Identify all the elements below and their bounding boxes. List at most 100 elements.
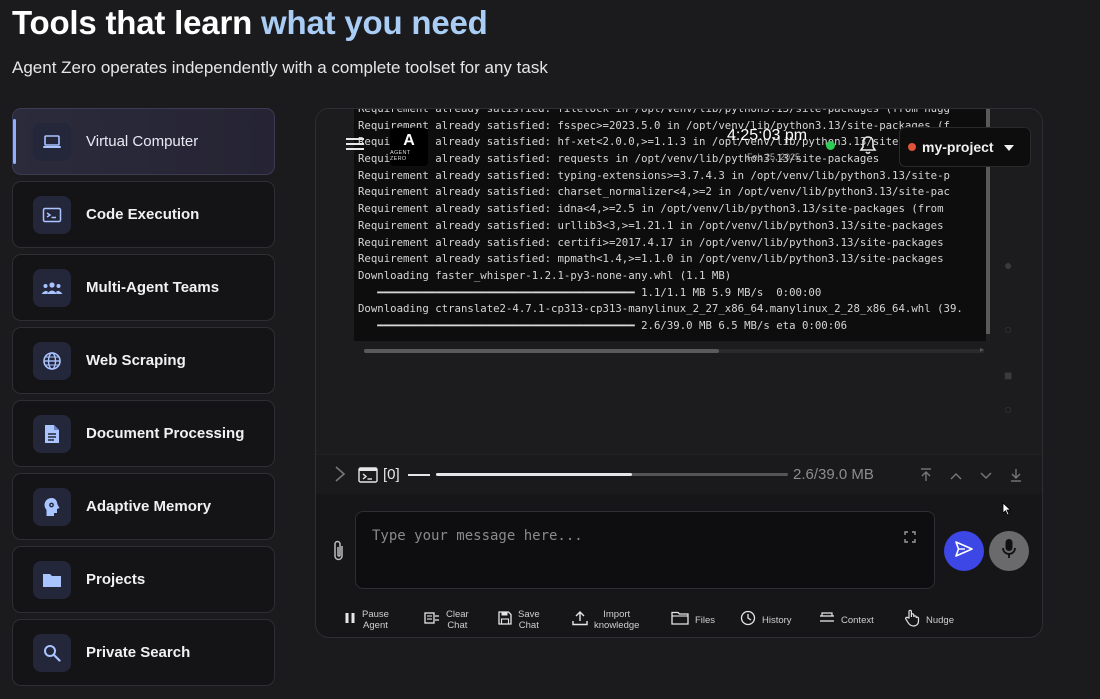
feature-code-execution[interactable]: Code Execution	[12, 181, 275, 248]
scroll-right-icon[interactable]: ▸	[980, 345, 984, 354]
terminal-line: Requirement already satisfied: charset_n…	[358, 185, 950, 199]
action-label: Pause Agent	[362, 609, 389, 631]
mouse-cursor-icon	[1002, 502, 1012, 521]
faded-icon: ●	[1004, 257, 1013, 273]
terminal-line: Downloading faster_whisper-1.2.1-py3-non…	[358, 268, 732, 282]
save-icon	[498, 610, 512, 630]
terminal-output[interactable]: Requirement already satisfied: filelock …	[354, 109, 990, 341]
page-subtitle: Agent Zero operates independently with a…	[12, 58, 548, 77]
terminal-line: Requirement already satisfied: hf-xet<2.…	[358, 135, 950, 149]
page-title: Tools that learn what you need	[12, 4, 488, 42]
feature-web-scraping[interactable]: Web Scraping	[12, 327, 275, 394]
app-preview: Requirement already satisfied: filelock …	[315, 108, 1043, 638]
faded-icon: ○	[1004, 401, 1013, 417]
logo-mark: A	[403, 131, 415, 149]
terminal-line: ━━━━━━━━━━━━━━━━━━━━━━━━━━━━━━━━━━━━━━━━…	[358, 318, 848, 332]
brain-icon	[33, 487, 71, 526]
pause-agent-button[interactable]: Pause Agent	[344, 605, 389, 635]
menu-icon[interactable]	[346, 137, 364, 156]
files-button[interactable]: Files	[671, 605, 715, 635]
history-button[interactable]: History	[740, 605, 792, 635]
progress-fill	[436, 473, 632, 476]
chevron-down-icon[interactable]	[980, 471, 992, 483]
feature-document-processing[interactable]: Document Processing	[12, 400, 275, 467]
action-label: Save Chat	[518, 609, 540, 631]
title-accent: what you need	[261, 4, 488, 41]
progress-bar	[436, 473, 788, 476]
logo-text: AGENT ZERO	[390, 149, 411, 162]
document-icon	[33, 414, 71, 453]
expand-icon[interactable]	[904, 530, 916, 548]
feature-projects[interactable]: Projects	[12, 546, 275, 613]
terminal-line: Requirement already satisfied: idna<4,>=…	[358, 202, 944, 216]
title-main: Tools that learn	[12, 4, 262, 41]
chevron-up-icon[interactable]	[950, 471, 962, 483]
project-name: my-project	[922, 139, 994, 155]
chat-composer	[355, 511, 935, 589]
feature-label: Virtual Computer	[86, 133, 199, 150]
agent-zero-logo[interactable]: A AGENT ZERO	[390, 128, 428, 166]
group-icon	[33, 268, 71, 307]
import-knowledge-button[interactable]: Import knowledge	[572, 605, 639, 635]
terminal-line: Downloading ctranslate2-4.7.1-cp313-cp31…	[358, 302, 963, 316]
feature-multi-agent-teams[interactable]: Multi-Agent Teams	[12, 254, 275, 321]
microphone-icon	[1001, 538, 1017, 565]
terminal-line: Requirement already satisfied: typing-ex…	[358, 168, 950, 182]
project-selector[interactable]: my-project	[899, 127, 1031, 167]
feature-label: Multi-Agent Teams	[86, 279, 220, 296]
action-label: History	[762, 614, 792, 626]
play-icon[interactable]	[334, 465, 346, 488]
laptop-icon	[33, 122, 71, 161]
progress-size: 2.6/39.0 MB	[793, 466, 874, 483]
faded-icon: ○	[1004, 321, 1013, 337]
message-input[interactable]	[372, 524, 892, 548]
action-label: Files	[695, 614, 716, 626]
microphone-button[interactable]	[989, 531, 1029, 571]
hand-icon	[904, 609, 920, 632]
terminal-horizontal-scrollbar[interactable]	[364, 349, 984, 353]
feature-label: Private Search	[86, 644, 191, 661]
feature-adaptive-memory[interactable]: Adaptive Memory	[12, 473, 275, 540]
clear-chat-button[interactable]: Clear Chat	[424, 605, 469, 635]
paperclip-icon[interactable]	[332, 539, 346, 568]
scroll-thumb[interactable]	[364, 349, 719, 353]
terminal-icon	[33, 195, 71, 234]
context-button[interactable]: Context	[819, 605, 874, 635]
terminal-line: ━━━━━━━━━━━━━━━━━━━━━━━━━━━━━━━━━━━━━━━━…	[358, 285, 822, 299]
globe-icon	[33, 341, 71, 380]
folder-icon	[33, 560, 71, 599]
history-icon	[740, 610, 756, 631]
folder-icon	[671, 611, 689, 630]
action-label: Nudge	[926, 614, 954, 626]
save-chat-button[interactable]: Save Chat	[498, 605, 540, 635]
feature-private-search[interactable]: Private Search	[12, 619, 275, 686]
nudge-button[interactable]: Nudge	[904, 605, 954, 635]
send-button[interactable]	[944, 531, 984, 571]
terminal-line: Requirement already satisfied: mpmath<1.…	[358, 252, 944, 266]
feature-list: Virtual Computer Code Execution Multi-Ag…	[12, 108, 275, 692]
feature-label: Projects	[86, 571, 146, 588]
chevron-down-icon	[1003, 138, 1014, 156]
terminal-line: Requirement already satisfied: requests …	[358, 152, 880, 166]
terminal-line: Requirement already satisfied: urllib3<3…	[358, 218, 944, 232]
action-label: Context	[841, 614, 874, 626]
progress-dash	[408, 474, 430, 476]
bell-icon[interactable]	[859, 135, 877, 160]
terminal-icon	[358, 467, 378, 488]
pause-icon	[344, 611, 356, 629]
scroll-bottom-icon[interactable]	[1010, 468, 1022, 485]
terminal-line: Requirement already satisfied: fsspec>=2…	[358, 118, 950, 132]
scroll-top-icon[interactable]	[920, 468, 932, 485]
feature-label: Code Execution	[86, 206, 200, 223]
send-icon	[955, 540, 973, 562]
search-icon	[33, 633, 71, 672]
terminal-area: Requirement already satisfied: filelock …	[316, 109, 1042, 454]
context-icon	[819, 611, 835, 630]
feature-virtual-computer[interactable]: Virtual Computer	[12, 108, 275, 175]
clear-chat-icon	[424, 611, 440, 630]
faded-icon: ■	[1004, 367, 1013, 383]
feature-label: Adaptive Memory	[86, 498, 212, 515]
terminal-index: [0]	[383, 466, 400, 483]
action-label: Clear Chat	[446, 609, 469, 631]
action-toolbar: Pause Agent Clear Chat Save Chat Import …	[340, 605, 1040, 635]
